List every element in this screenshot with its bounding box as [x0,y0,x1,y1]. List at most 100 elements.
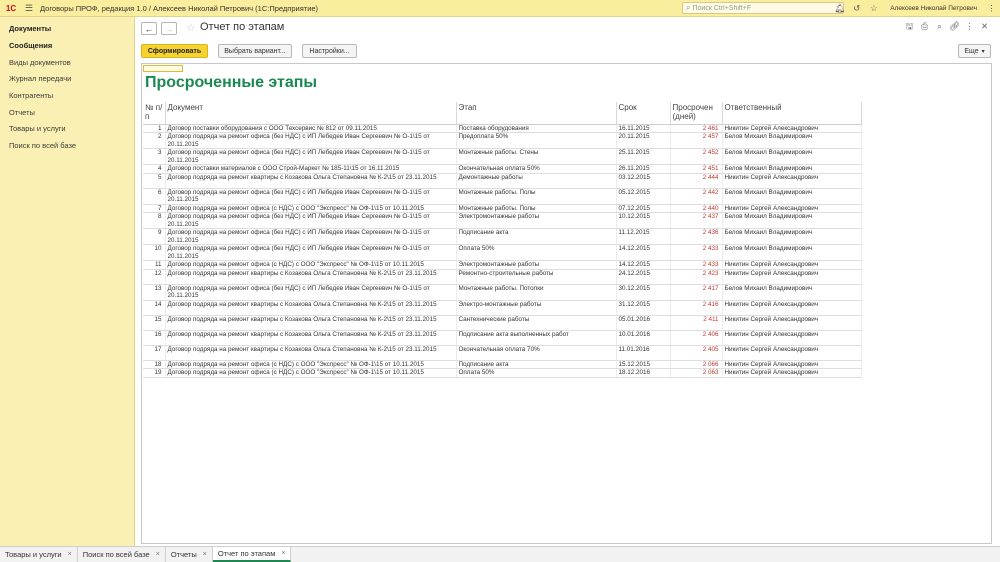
back-button[interactable]: ← [141,22,157,35]
table-row[interactable]: 11 Договор подряда на ремонт офиса (с НДС… [143,260,862,270]
table-row[interactable]: 18 Договор подряда на ремонт офиса (с НДС… [143,360,862,369]
sidebar-item-reports[interactable]: Отчеты [9,108,35,117]
more-button-label: Еще [964,47,979,55]
history-icon[interactable]: ↺ [848,3,865,14]
row-number: 5 [143,173,166,189]
row-document: Договор подряда на ремонт офиса (с НДС) … [165,204,457,213]
more-icon[interactable]: ⋮ [983,3,1000,14]
close-icon[interactable]: × [156,551,160,558]
table-row[interactable]: 13 Договор подряда на ремонт офиса (без Н… [143,284,862,301]
row-responsible: Белов Михаил Владимирович [722,212,862,229]
favorite-star-icon[interactable]: ☆ [186,21,196,34]
sidebar-item-transfer-log[interactable]: Журнал передачи [9,74,71,83]
table-row[interactable]: 4 Договор поставки материалов с ООО Строй… [143,164,862,174]
sidebar-item-document-types[interactable]: Виды документов [9,58,71,67]
table-row[interactable]: 2 Договор подряда на ремонт офиса (без НД… [143,132,862,149]
row-responsible: Никитин Сергей Александрович [722,345,862,361]
table-row[interactable]: 14 Договор подряда на ремонт квартиры с К… [143,300,862,316]
link-icon[interactable]: 🔗︎ [947,21,962,35]
report-area[interactable]: Просроченные этапы № п/п Документ Этап С… [141,63,992,544]
forward-button[interactable]: → [161,22,177,35]
sidebar-item-messages[interactable]: Сообщения [9,41,52,50]
menu-icon[interactable]: ☰ [22,0,36,17]
row-responsible: Никитин Сергей Александрович [722,330,862,346]
table-row[interactable]: 10 Договор подряда на ремонт офиса (без Н… [143,244,862,261]
table-row[interactable]: 8 Договор подряда на ремонт офиса (без НД… [143,212,862,229]
row-stage: Монтажные работы. Полы [456,204,617,213]
table-row[interactable]: 19 Договор подряда на ремонт офиса (с НДС… [143,368,862,378]
row-deadline: 25.11.2015 [616,148,671,165]
sidebar-item-documents[interactable]: Документы [9,24,51,33]
main-content: ← → ☆ Отчет по этапам 🖫︎ ⎙ ⌕ 🔗︎ ⋮ ✕ Сфор… [135,17,1000,546]
row-deadline: 14.12.2015 [616,244,671,261]
window-tab-label: Отчеты [170,550,197,559]
row-deadline: 11.12.2015 [616,228,671,245]
row-document: Договор подряда на ремонт офиса (без НДС… [165,132,457,149]
search-icon[interactable]: ⌕ [932,21,947,35]
global-search[interactable]: ⌕ [682,2,844,14]
table-row[interactable]: 16 Договор подряда на ремонт квартиры с К… [143,330,862,346]
print-icon[interactable]: ⎙ [917,21,932,35]
window-tab[interactable]: Товары и услуги × [0,547,78,562]
column-header-stage: Этап [456,102,617,125]
row-overdue-days: 2 442 [670,188,723,205]
row-document: Договор подряда на ремонт квартиры с Коз… [165,269,457,285]
row-deadline: 16.11.2015 [616,124,671,133]
search-icon: ⌕ [686,3,691,12]
choose-variant-button[interactable]: Выбрать вариант... [218,44,292,58]
row-stage: Предоплата 50% [456,132,617,149]
row-overdue-days: 2 444 [670,173,723,189]
sidebar: Документы Сообщения Виды документов Журн… [0,17,135,546]
row-number: 14 [143,300,166,316]
table-row[interactable]: 12 Договор подряда на ремонт квартиры с К… [143,269,862,285]
settings-button[interactable]: Настройки... [302,44,357,58]
row-deadline: 05.01.2016 [616,315,671,331]
row-stage: Электромонтажные работы [456,260,617,270]
generate-button[interactable]: Сформировать [141,44,208,58]
row-stage: Сантехнические работы [456,315,617,331]
app-title: Договоры ПРОФ, редакция 1.0 / Алексеев Н… [40,3,319,13]
row-document: Договор подряда на ремонт квартиры с Коз… [165,300,457,316]
sidebar-item-counterparties[interactable]: Контрагенты [9,91,53,100]
row-overdue-days: 2 440 [670,204,723,213]
report-title: Просроченные этапы [145,74,318,91]
table-row[interactable]: 15 Договор подряда на ремонт квартиры с К… [143,315,862,331]
table-row[interactable]: 6 Договор подряда на ремонт офиса (без НД… [143,188,862,205]
row-number: 1 [143,124,166,133]
close-icon[interactable]: × [281,550,285,557]
close-icon[interactable]: × [203,551,207,558]
row-deadline: 24.12.2015 [616,269,671,285]
row-overdue-days: 2 405 [670,345,723,361]
close-icon[interactable]: × [68,551,72,558]
table-row[interactable]: 5 Договор подряда на ремонт квартиры с Ко… [143,173,862,189]
table-row[interactable]: 17 Договор подряда на ремонт квартиры с К… [143,345,862,361]
sidebar-item-search[interactable]: Поиск по всей базе [9,141,76,150]
table-row[interactable]: 1 Договор поставки оборудования с ООО Тех… [143,124,862,133]
window-tab[interactable]: Поиск по всей базе × [78,547,166,562]
user-name[interactable]: Алексеев Николай Петрович [890,5,977,12]
table-row[interactable]: 9 Договор подряда на ремонт офиса (без НД… [143,228,862,245]
window-tab[interactable]: Отчет по этапам × [212,547,292,562]
row-responsible: Никитин Сергей Александрович [722,300,862,316]
row-stage: Оплата 50% [456,244,617,261]
sidebar-item-goods[interactable]: Товары и услуги [9,124,66,133]
window-tab[interactable]: Отчеты × [166,547,213,562]
row-overdue-days: 2 451 [670,164,723,174]
table-row[interactable]: 3 Договор подряда на ремонт офиса (без НД… [143,148,862,165]
row-document: Договор подряда на ремонт квартиры с Коз… [165,345,457,361]
more-icon[interactable]: ⋮ [962,21,977,35]
more-button[interactable]: Еще ▾ [958,44,991,58]
global-search-input[interactable] [692,4,833,12]
chevron-down-icon: ▾ [981,48,985,55]
row-number: 3 [143,148,166,165]
close-icon[interactable]: ✕ [977,21,992,35]
star-icon[interactable]: ☆ [865,3,882,14]
row-responsible: Белов Михаил Владимирович [722,164,862,174]
save-icon[interactable]: 🖫︎ [902,21,917,35]
table-row[interactable]: 7 Договор подряда на ремонт офиса (с НДС)… [143,204,862,213]
row-overdue-days: 2 437 [670,212,723,229]
row-responsible: Никитин Сергей Александрович [722,204,862,213]
row-responsible: Никитин Сергей Александрович [722,260,862,270]
row-stage: Электромонтажные работы [456,212,617,229]
bell-icon[interactable]: 🔔︎ [831,3,848,14]
